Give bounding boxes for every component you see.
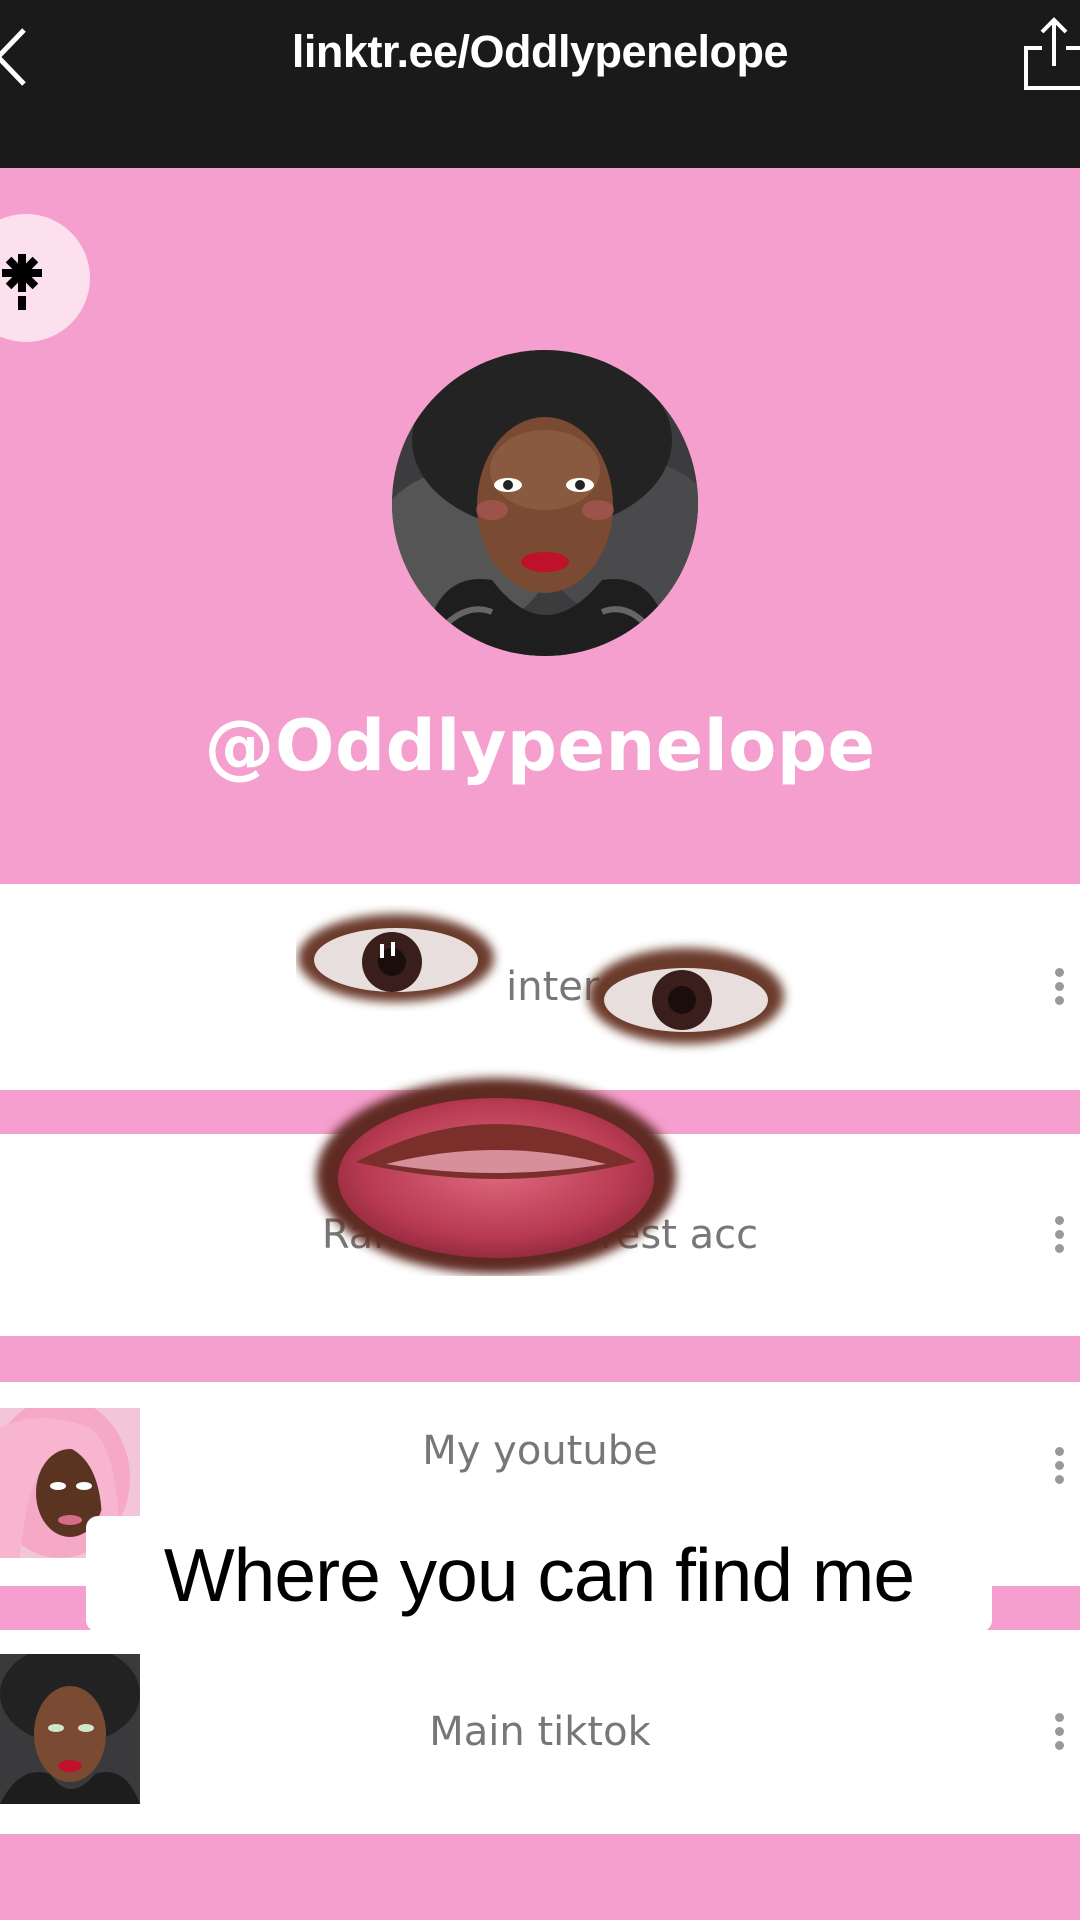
link-label: Main tiktok [429,1709,651,1755]
avatar [392,350,698,656]
link-random-pinterest[interactable]: Random Pinterest acc [0,1134,1080,1336]
link-main-tiktok[interactable]: Main tiktok [0,1630,1080,1834]
link-label: My youtube [422,1428,658,1475]
browser-topbar: linktr.ee/Oddlypenelope [0,0,1080,168]
linktree-asterisk-icon [2,254,42,310]
share-icon[interactable] [1022,14,1080,94]
link-main-pinterest[interactable]: interes [0,884,1080,1090]
caption-box: Where you can find me [86,1516,992,1632]
more-options-icon[interactable] [1052,968,1066,1006]
profile-handle: @Oddlypenelope [204,705,876,787]
video-caption: Where you can find me [163,1533,915,1617]
link-label: interes [506,964,644,1010]
url-bar[interactable]: linktr.ee/Oddlypenelope [0,26,1080,78]
more-options-icon[interactable] [1052,1446,1066,1485]
more-options-icon[interactable] [1052,1216,1066,1254]
link-label: Random Pinterest acc [321,1212,759,1258]
more-options-icon[interactable] [1052,1713,1066,1751]
